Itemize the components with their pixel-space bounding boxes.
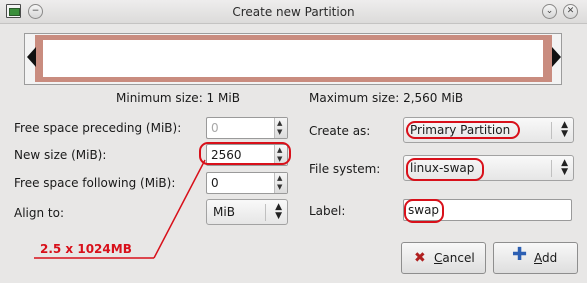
annotation-lines — [34, 159, 206, 259]
annotation-pointer-line — [153, 159, 206, 259]
annotation-note: 2.5 x 1024MB — [40, 242, 132, 256]
